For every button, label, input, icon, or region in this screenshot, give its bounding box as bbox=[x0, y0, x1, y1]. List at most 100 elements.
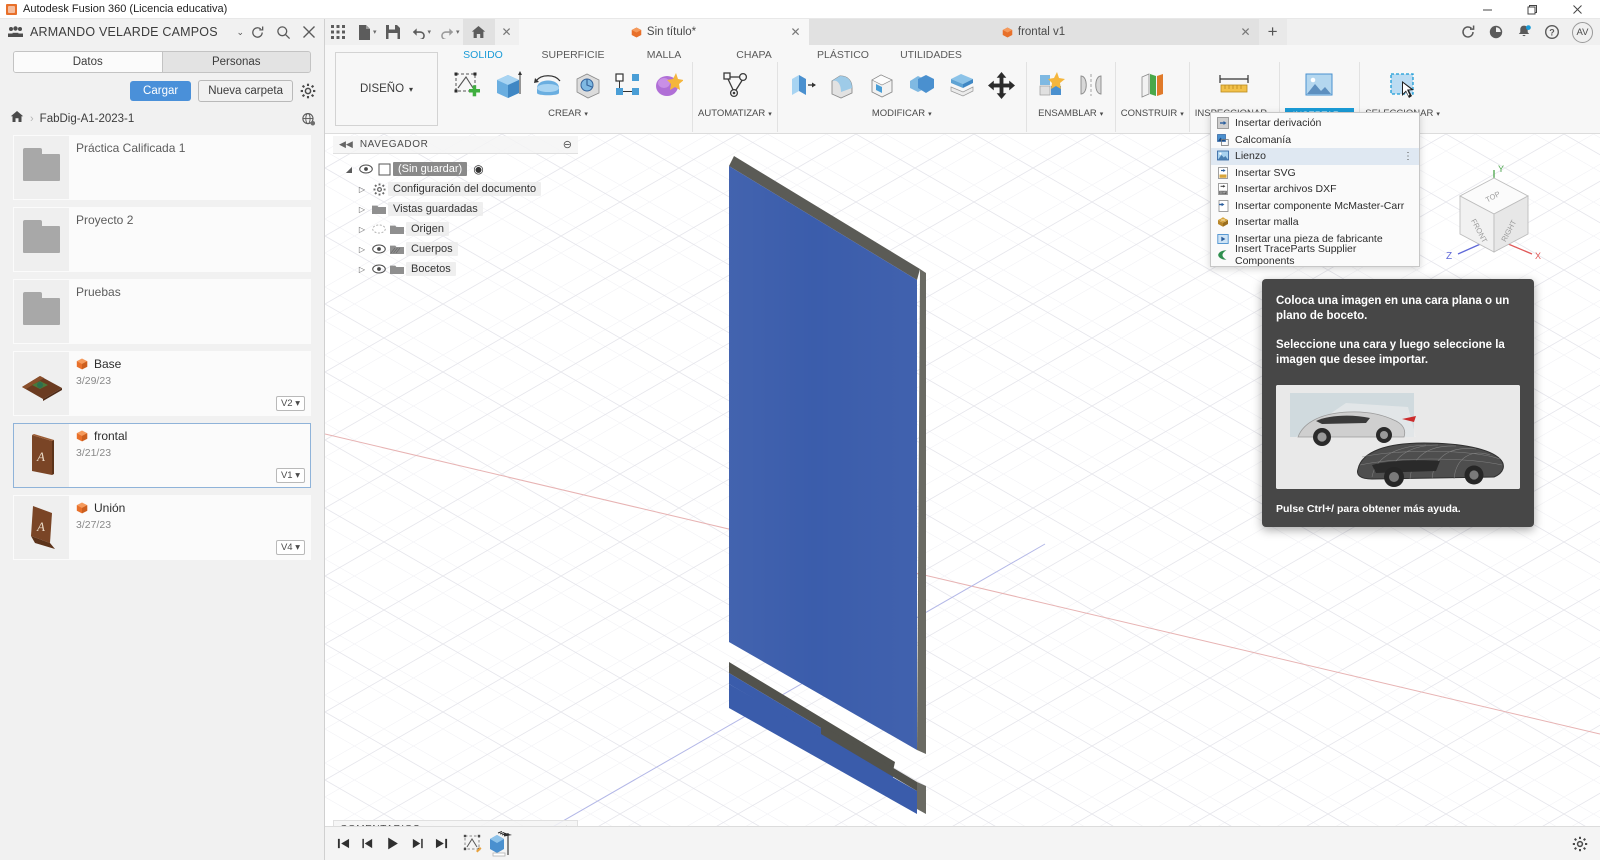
home-icon[interactable] bbox=[10, 110, 24, 128]
expand-arrow-icon[interactable]: ▷ bbox=[354, 185, 370, 194]
visibility-eye-icon[interactable] bbox=[370, 244, 388, 254]
bell-icon[interactable] bbox=[1511, 19, 1537, 45]
menu-item-insertar-malla[interactable]: Insertar malla bbox=[1211, 214, 1419, 231]
hub-name[interactable]: ARMANDO VELARDE CAMPOS bbox=[30, 25, 232, 39]
list-item-folder[interactable]: Práctica Calificada 1 bbox=[13, 135, 311, 200]
document-tab-frontal[interactable]: frontal v1 ✕ bbox=[809, 19, 1259, 45]
ribbon-group-label-automatizar[interactable]: AUTOMATIZAR▾ bbox=[698, 108, 772, 119]
skip-start-icon[interactable] bbox=[337, 837, 350, 850]
expand-arrow-icon[interactable]: ▷ bbox=[354, 265, 370, 274]
home-icon[interactable] bbox=[463, 19, 495, 45]
view-cube[interactable]: Y X Z TOP FRONT RIGHT bbox=[1432, 152, 1552, 267]
avatar[interactable]: AV bbox=[1572, 22, 1593, 43]
document-tab-untitled[interactable]: Sin título* ✕ bbox=[519, 19, 809, 45]
help-icon[interactable]: ? bbox=[1539, 19, 1565, 45]
menu-item-insertar-derivacion[interactable]: Insertar derivación bbox=[1211, 115, 1419, 132]
globe-icon[interactable] bbox=[301, 112, 316, 127]
step-back-icon[interactable] bbox=[361, 837, 374, 850]
expand-arrow-icon[interactable]: ▷ bbox=[354, 205, 370, 214]
expand-arrow-icon[interactable]: ▷ bbox=[354, 225, 370, 234]
automate-icon[interactable] bbox=[716, 63, 754, 107]
ribbon-group-label-construir[interactable]: CONSTRUIR▾ bbox=[1121, 108, 1184, 119]
tree-row-doc-settings[interactable]: ▷ Configuración del documento bbox=[333, 179, 578, 199]
sweep-icon[interactable] bbox=[569, 63, 607, 107]
ribbon-tab-malla[interactable]: MALLA bbox=[620, 49, 708, 61]
timeline-settings-gear-icon[interactable] bbox=[1572, 836, 1600, 852]
ribbon-group-label-ensamblar[interactable]: ENSAMBLAR▾ bbox=[1038, 108, 1103, 119]
menu-item-traceparts[interactable]: Insert TraceParts Supplier Components bbox=[1211, 247, 1419, 264]
extrude-icon[interactable] bbox=[489, 63, 527, 107]
tree-row-root[interactable]: ◢ (Sin guardar) ◉ bbox=[333, 159, 578, 179]
construction-plane-icon[interactable] bbox=[1133, 63, 1171, 107]
step-forward-icon[interactable] bbox=[411, 837, 424, 850]
skip-end-icon[interactable] bbox=[435, 837, 448, 850]
tab-personas[interactable]: Personas bbox=[162, 52, 311, 72]
workspace-selector[interactable]: DISEÑO ▾ bbox=[335, 52, 438, 126]
tree-row-saved-views[interactable]: ▷ Vistas guardadas bbox=[333, 199, 578, 219]
visibility-eye-icon[interactable] bbox=[370, 264, 388, 274]
upload-button[interactable]: Cargar bbox=[130, 81, 191, 101]
new-component-icon[interactable] bbox=[1032, 63, 1070, 107]
refresh-icon[interactable] bbox=[250, 25, 265, 40]
joint-icon[interactable] bbox=[1072, 63, 1110, 107]
menu-item-insertar-dxf[interactable]: DXF Insertar archivos DXF bbox=[1211, 181, 1419, 198]
ribbon-group-label-crear[interactable]: CREAR▾ bbox=[548, 108, 588, 119]
select-window-icon[interactable] bbox=[1384, 63, 1422, 107]
close-panel-icon[interactable] bbox=[302, 25, 316, 39]
list-item-design-base[interactable]: Base 3/29/23 V2 ▾ bbox=[13, 351, 311, 416]
job-status-icon[interactable] bbox=[1483, 19, 1509, 45]
version-badge[interactable]: V4 ▾ bbox=[276, 540, 305, 555]
menu-item-lienzo[interactable]: Lienzo ⋮ bbox=[1211, 148, 1419, 165]
new-sketch-icon[interactable] bbox=[449, 63, 487, 107]
gear-icon[interactable] bbox=[300, 83, 316, 99]
menu-item-calcomania[interactable]: Calcomanía bbox=[1211, 132, 1419, 149]
save-icon[interactable] bbox=[380, 19, 406, 45]
maximize-button[interactable] bbox=[1510, 0, 1555, 19]
expand-arrow-icon[interactable]: ▷ bbox=[354, 245, 370, 254]
refresh-circle-icon[interactable] bbox=[1455, 19, 1481, 45]
play-icon[interactable] bbox=[385, 836, 400, 851]
search-icon[interactable] bbox=[276, 25, 291, 40]
undo-caret-icon[interactable]: ▾ bbox=[428, 28, 432, 36]
ribbon-tab-chapa[interactable]: CHAPA bbox=[708, 49, 800, 61]
timeline-feature-extrude[interactable] bbox=[486, 831, 512, 857]
split-face-icon[interactable] bbox=[943, 63, 981, 107]
file-caret-icon[interactable]: ▾ bbox=[373, 28, 377, 36]
pattern-icon[interactable] bbox=[609, 63, 647, 107]
move-copy-icon[interactable] bbox=[983, 63, 1021, 107]
menu-item-mcmaster-carr[interactable]: Insertar componente McMaster-Carr bbox=[1211, 198, 1419, 215]
menu-item-insertar-svg[interactable]: Insertar SVG bbox=[1211, 165, 1419, 182]
list-item-design-frontal[interactable]: A frontal 3/21/23 V1 ▾ bbox=[13, 423, 311, 488]
ribbon-group-label-modificar[interactable]: MODIFICAR▾ bbox=[872, 108, 932, 119]
overflow-menu-icon[interactable]: ⋮ bbox=[1403, 151, 1413, 162]
version-badge[interactable]: V1 ▾ bbox=[276, 468, 305, 483]
version-badge[interactable]: V2 ▾ bbox=[276, 396, 305, 411]
press-pull-icon[interactable] bbox=[783, 63, 821, 107]
visibility-eye-icon[interactable] bbox=[357, 164, 375, 174]
tab-close-icon[interactable]: ✕ bbox=[1240, 25, 1250, 39]
expand-arrow-icon[interactable]: ◢ bbox=[341, 165, 357, 174]
root-marker-icon[interactable]: ◉ bbox=[473, 162, 483, 176]
timeline-feature-sketch[interactable] bbox=[462, 833, 484, 855]
tree-row-bocetos[interactable]: ▷ Bocetos bbox=[333, 259, 578, 279]
tab-datos[interactable]: Datos bbox=[14, 52, 162, 72]
new-folder-button[interactable]: Nueva carpeta bbox=[198, 80, 293, 102]
close-dot-icon[interactable]: ⊖ bbox=[563, 138, 572, 151]
insert-image-icon[interactable] bbox=[1300, 63, 1338, 107]
list-item-folder[interactable]: Proyecto 2 bbox=[13, 207, 311, 272]
fillet-icon[interactable] bbox=[823, 63, 861, 107]
form-icon[interactable] bbox=[649, 63, 687, 107]
ribbon-tab-superficie[interactable]: SUPERFICIE bbox=[526, 49, 620, 61]
chevron-down-icon[interactable]: ⌄ bbox=[236, 27, 244, 38]
new-tab-button[interactable]: + bbox=[1259, 19, 1287, 45]
list-item-folder[interactable]: Pruebas bbox=[13, 279, 311, 344]
minimize-button[interactable] bbox=[1465, 0, 1510, 19]
tree-row-origen[interactable]: ▷ Origen bbox=[333, 219, 578, 239]
tab-close-icon[interactable]: ✕ bbox=[790, 25, 800, 39]
revolve-icon[interactable] bbox=[529, 63, 567, 107]
redo-caret-icon[interactable]: ▾ bbox=[456, 28, 460, 36]
visibility-eye-off-icon[interactable] bbox=[370, 224, 388, 234]
close-button[interactable] bbox=[1555, 0, 1600, 19]
combine-icon[interactable] bbox=[903, 63, 941, 107]
list-item-design-union[interactable]: A Unión 3/27/23 V4 ▾ bbox=[13, 495, 311, 560]
